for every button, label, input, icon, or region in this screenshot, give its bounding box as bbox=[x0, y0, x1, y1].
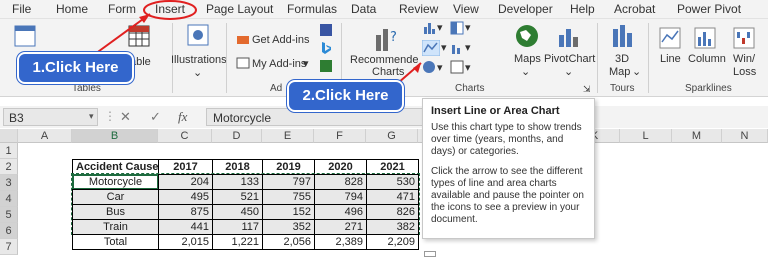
callout-step-2: 2.Click Here bbox=[287, 80, 404, 112]
annotation-overlay bbox=[94, 0, 422, 91]
insert-tab-highlight bbox=[143, 0, 197, 20]
callout-step-1: 1.Click Here bbox=[17, 52, 134, 84]
arrowhead-icon bbox=[413, 63, 421, 73]
